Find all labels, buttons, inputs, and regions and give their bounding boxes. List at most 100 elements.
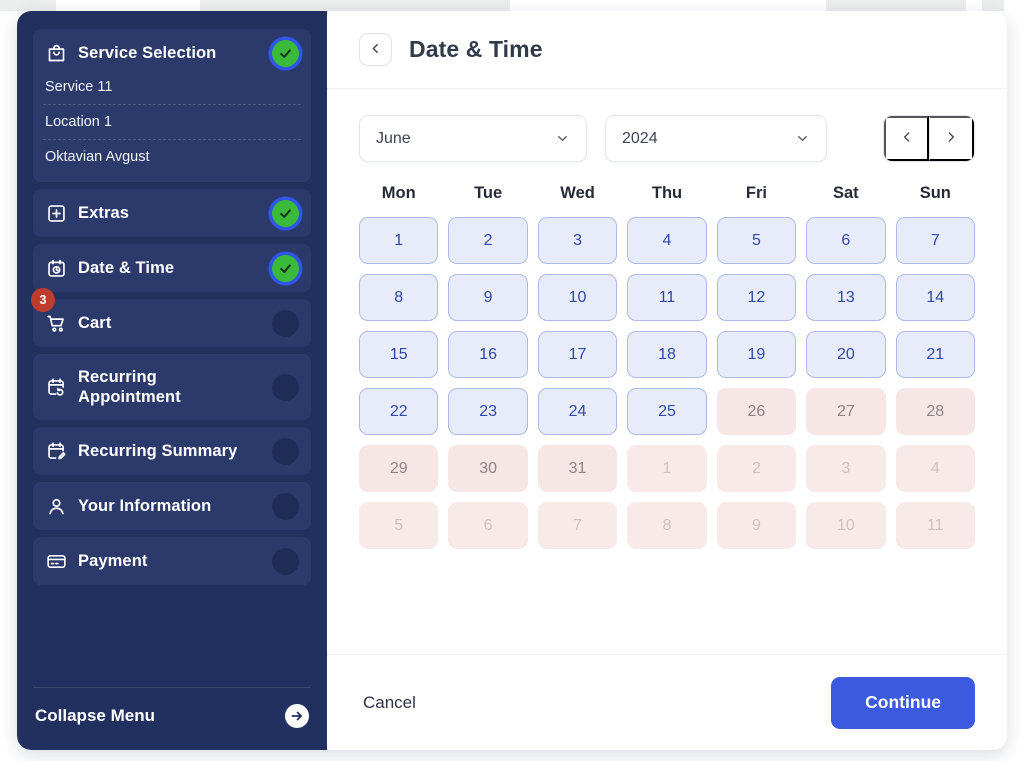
back-button[interactable] — [359, 33, 392, 66]
calendar-day-available[interactable]: 17 — [537, 331, 618, 378]
month-select[interactable]: June — [359, 115, 587, 162]
calendar-day-available[interactable]: 8 — [359, 274, 439, 321]
calendar-day-available[interactable]: 12 — [716, 274, 797, 321]
sidebar-item-row[interactable]: 3 Cart — [31, 288, 301, 347]
sidebar-item-recurring-appointment[interactable]: Recurring Appointment — [33, 354, 311, 420]
calendar-day-disabled: 9 — [716, 502, 797, 549]
chrome-bar-segment — [200, 0, 510, 11]
sidebar-item-row[interactable]: Your Information — [43, 482, 301, 530]
calendar-day-available[interactable]: 15 — [359, 331, 439, 378]
sidebar-item-your-information[interactable]: Your Information — [33, 482, 311, 530]
sidebar-subitem: Location 1 — [43, 104, 301, 139]
calendar-day-available[interactable]: 10 — [537, 274, 618, 321]
calendar-day-available[interactable]: 11 — [627, 274, 707, 321]
sidebar-item-extras[interactable]: Extras — [33, 189, 311, 237]
sidebar-item-date-time[interactable]: Date & Time — [33, 244, 311, 292]
chevron-left-icon — [900, 130, 914, 147]
calendar-day-grid: 1 2 3 4 5 6 7 8 9 10 11 12 13 14 15 16 17 18 19 20 21 22 23 24 2… — [359, 217, 975, 549]
chrome-bar-segment — [0, 0, 56, 11]
calendar-day-available[interactable]: 5 — [716, 217, 797, 264]
next-month-button[interactable] — [929, 116, 974, 161]
calendar-edit-icon — [45, 440, 67, 462]
sidebar-item-label: Date & Time — [78, 258, 175, 277]
continue-button[interactable]: Continue — [831, 676, 975, 729]
calendar-day-available[interactable]: 16 — [448, 331, 528, 378]
sidebar-item-label: Service Selection — [78, 43, 217, 62]
chevron-down-icon — [555, 131, 570, 146]
calendar-day-available[interactable]: 24 — [537, 388, 618, 435]
calendar-day-available[interactable]: 6 — [806, 217, 886, 264]
sidebar-item-service-selection[interactable]: Service Selection Service 11 Location 1 Okt… — [33, 29, 311, 182]
calendar-day-disabled: 27 — [806, 388, 886, 435]
sidebar-item-row[interactable]: Recurring Appointment — [43, 354, 301, 420]
sidebar-item-row[interactable]: Extras — [43, 189, 301, 237]
weekday-label: Fri — [745, 184, 767, 202]
credit-card-icon — [45, 550, 67, 572]
app-root: Service Selection Service 11 Location 1 Okt… — [0, 0, 1024, 761]
calendar-day-available[interactable]: 14 — [895, 274, 975, 321]
calendar-day-available[interactable]: 22 — [359, 388, 439, 435]
calendar-day-disabled: 3 — [806, 445, 886, 492]
calendar-day-available[interactable]: 4 — [627, 217, 707, 264]
calendar-day-disabled: 11 — [895, 502, 975, 549]
calendar-day-available[interactable]: 20 — [806, 331, 886, 378]
chrome-bar-segment — [982, 0, 1004, 11]
sidebar-item-row[interactable]: Date & Time — [43, 244, 301, 292]
sidebar-item-cart[interactable]: 3 Cart — [31, 288, 311, 347]
status-complete-icon — [272, 39, 299, 67]
sidebar-subitem: Oktavian Avgust — [43, 139, 301, 174]
prev-month-button[interactable] — [884, 116, 929, 161]
sidebar-item-label: Recurring Appointment — [78, 367, 181, 406]
calendar-day-available[interactable]: 3 — [537, 217, 618, 264]
calendar-day-available[interactable]: 25 — [627, 388, 707, 435]
calendar-clock-icon — [45, 257, 67, 279]
sidebar-item-label: Your Information — [78, 496, 212, 515]
page-title: Date & Time — [409, 36, 543, 62]
weekday-label: Wed — [560, 184, 595, 202]
cart-badge: 3 — [31, 288, 55, 312]
calendar-day-available[interactable]: 23 — [448, 388, 528, 435]
collapse-menu-button[interactable]: Collapse Menu — [33, 687, 311, 750]
status-pending-icon — [272, 309, 299, 337]
calendar-day-available[interactable]: 9 — [448, 274, 528, 321]
user-icon — [45, 495, 67, 517]
sidebar-item-row[interactable]: Recurring Summary — [43, 427, 301, 475]
status-pending-icon — [272, 547, 299, 575]
sidebar-item-label: Payment — [78, 551, 148, 570]
calendar-day-disabled: 1 — [627, 445, 707, 492]
sidebar-item-recurring-summary[interactable]: Recurring Summary — [33, 427, 311, 475]
cancel-button[interactable]: Cancel — [359, 683, 420, 723]
chrome-bar-segment — [826, 0, 966, 11]
year-select[interactable]: 2024 — [605, 115, 827, 162]
calendar-day-disabled: 2 — [716, 445, 797, 492]
shopping-cart-icon — [45, 312, 67, 334]
sidebar: Service Selection Service 11 Location 1 Okt… — [17, 11, 327, 750]
calendar-day-available[interactable]: 1 — [359, 217, 439, 264]
chevron-left-icon — [369, 42, 382, 58]
calendar-day-available[interactable]: 13 — [806, 274, 886, 321]
sidebar-item-row[interactable]: Payment — [43, 537, 301, 585]
calendar-day-available[interactable]: 19 — [716, 331, 797, 378]
weekday-label: Sun — [919, 184, 951, 202]
sidebar-item-label: Cart — [78, 313, 112, 332]
arrow-right-circle-icon[interactable] — [285, 704, 309, 728]
calendar-day-available[interactable]: 21 — [895, 331, 975, 378]
month-navigation — [883, 115, 975, 162]
calendar-day-disabled: 31 — [537, 445, 618, 492]
status-pending-icon — [272, 373, 299, 401]
main-panel: Date & Time June 2024 Mon Tue Wed Thu Fr… — [327, 11, 1007, 750]
status-complete-icon — [272, 254, 299, 282]
calendar-day-available[interactable]: 7 — [895, 217, 975, 264]
status-pending-icon — [272, 492, 299, 520]
calendar-day-available[interactable]: 18 — [627, 331, 707, 378]
shopping-bag-icon — [45, 42, 67, 64]
calendar-day-available[interactable]: 2 — [448, 217, 528, 264]
weekday-label: Sat — [833, 184, 859, 202]
sidebar-item-payment[interactable]: Payment — [33, 537, 311, 585]
browser-chrome-strip — [0, 0, 1024, 11]
year-select-value: 2024 — [622, 129, 658, 147]
calendar-body: June 2024 Mon Tue Wed Thu Fri Sat Sun 1 … — [327, 89, 1007, 654]
main-footer: Cancel Continue — [327, 654, 1007, 750]
sidebar-item-row[interactable]: Service Selection — [43, 29, 301, 77]
chevron-down-icon — [795, 131, 810, 146]
